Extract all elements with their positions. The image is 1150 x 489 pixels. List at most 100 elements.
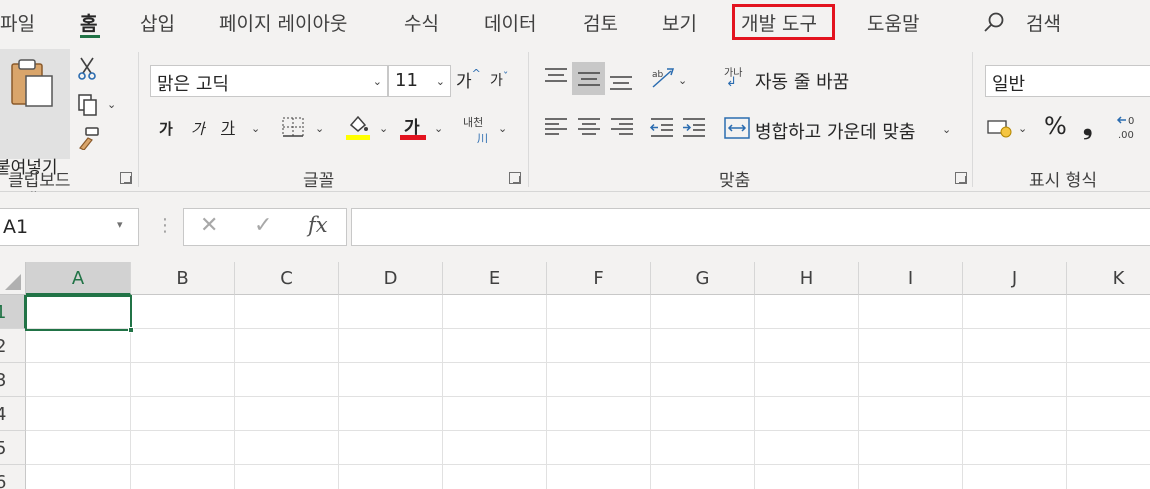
copy-dropdown-chevron-icon[interactable]: ⌄ (107, 98, 116, 111)
cell-c4[interactable] (235, 397, 339, 431)
row-header-6[interactable]: 6 (0, 465, 26, 489)
cell-c5[interactable] (235, 431, 339, 465)
tab-review[interactable]: 검토 (583, 9, 618, 36)
format-painter-icon[interactable] (76, 126, 100, 150)
cell-j4[interactable] (963, 397, 1067, 431)
orientation-dropdown-chevron-icon[interactable]: ⌄ (678, 74, 687, 87)
cell-k6[interactable] (1067, 465, 1150, 489)
cell-a6[interactable] (26, 465, 131, 489)
cell-k5[interactable] (1067, 431, 1150, 465)
column-header-g[interactable]: G (651, 262, 755, 295)
cell-g3[interactable] (651, 363, 755, 397)
cell-h6[interactable] (755, 465, 859, 489)
cell-e3[interactable] (443, 363, 547, 397)
formula-bar-grip-icon[interactable]: ⋮ (156, 215, 174, 236)
cell-g1[interactable] (651, 295, 755, 329)
cell-h4[interactable] (755, 397, 859, 431)
clipboard-dialog-launcher-icon[interactable] (120, 172, 132, 184)
paste-button[interactable]: 붙여넣기 ⌄ (0, 49, 70, 197)
align-top-icon[interactable] (543, 66, 569, 88)
column-header-h[interactable]: H (755, 262, 859, 295)
increase-indent-icon[interactable] (681, 116, 707, 138)
cell-c6[interactable] (235, 465, 339, 489)
cell-e1[interactable] (443, 295, 547, 329)
percent-style-button[interactable]: % (1044, 112, 1067, 140)
column-header-d[interactable]: D (339, 262, 443, 295)
cell-i1[interactable] (859, 295, 963, 329)
cell-h3[interactable] (755, 363, 859, 397)
font-dialog-launcher-icon[interactable] (509, 172, 521, 184)
align-middle-button[interactable] (572, 62, 605, 95)
cell-d3[interactable] (339, 363, 443, 397)
cell-j3[interactable] (963, 363, 1067, 397)
cell-e2[interactable] (443, 329, 547, 363)
row-header-1[interactable]: 1 (0, 295, 26, 329)
cell-f4[interactable] (547, 397, 651, 431)
search-icon[interactable] (983, 11, 1005, 33)
cell-d6[interactable] (339, 465, 443, 489)
phonetic-guide-button[interactable]: 내천 川 (463, 114, 493, 146)
cell-e4[interactable] (443, 397, 547, 431)
tab-data[interactable]: 데이터 (484, 9, 536, 36)
phonetic-dropdown-chevron-icon[interactable]: ⌄ (498, 122, 507, 135)
font-size-select[interactable]: 11 ⌄ (388, 65, 451, 97)
cell-a4[interactable] (26, 397, 131, 431)
fill-handle[interactable] (128, 327, 134, 333)
cell-e6[interactable] (443, 465, 547, 489)
bold-button[interactable]: 가 (159, 118, 173, 139)
align-left-icon[interactable] (543, 116, 569, 138)
cut-icon[interactable] (77, 56, 97, 80)
cell-i4[interactable] (859, 397, 963, 431)
cell-j1[interactable] (963, 295, 1067, 329)
formula-input[interactable] (351, 208, 1150, 246)
cell-g6[interactable] (651, 465, 755, 489)
cell-d5[interactable] (339, 431, 443, 465)
cell-f2[interactable] (547, 329, 651, 363)
column-header-j[interactable]: J (963, 262, 1067, 295)
alignment-dialog-launcher-icon[interactable] (955, 172, 967, 184)
comma-style-button[interactable]: ❟ (1083, 112, 1092, 140)
cell-b5[interactable] (131, 431, 235, 465)
cell-f1[interactable] (547, 295, 651, 329)
font-name-select[interactable]: 맑은 고딕 ⌄ (150, 65, 388, 97)
number-format-select[interactable]: 일반 (985, 65, 1150, 97)
column-header-a[interactable]: A (26, 262, 131, 295)
cell-k3[interactable] (1067, 363, 1150, 397)
accounting-dropdown-chevron-icon[interactable]: ⌄ (1018, 122, 1027, 135)
cell-c2[interactable] (235, 329, 339, 363)
align-bottom-icon[interactable] (608, 70, 634, 92)
active-cell-a1[interactable] (25, 295, 132, 331)
fill-color-dropdown-chevron-icon[interactable]: ⌄ (379, 122, 388, 135)
orientation-icon[interactable]: ab (649, 65, 675, 91)
tab-page-layout[interactable]: 페이지 레이아웃 (219, 9, 347, 36)
align-center-icon[interactable] (576, 116, 602, 138)
decrease-font-size-button[interactable]: 가ˇ (490, 70, 508, 90)
merge-center-button[interactable]: 병합하고 가운데 맞춤 ⌄ (724, 114, 956, 144)
cell-a5[interactable] (26, 431, 131, 465)
cell-f3[interactable] (547, 363, 651, 397)
wrap-text-button[interactable]: 가나 ↲ 자동 줄 바꿈 (724, 64, 854, 94)
cell-f6[interactable] (547, 465, 651, 489)
cell-b3[interactable] (131, 363, 235, 397)
cell-h5[interactable] (755, 431, 859, 465)
column-header-c[interactable]: C (235, 262, 339, 295)
cell-j2[interactable] (963, 329, 1067, 363)
increase-decimal-icon[interactable]: 0 .00 (1116, 113, 1150, 141)
enter-checkmark-icon[interactable]: ✓ (254, 213, 272, 238)
tab-insert[interactable]: 삽입 (140, 9, 175, 36)
column-header-b[interactable]: B (131, 262, 235, 295)
fill-color-icon[interactable] (345, 113, 371, 141)
column-header-i[interactable]: I (859, 262, 963, 295)
row-header-5[interactable]: 5 (0, 431, 26, 465)
cell-b2[interactable] (131, 329, 235, 363)
cell-i5[interactable] (859, 431, 963, 465)
italic-button[interactable]: 가 (191, 118, 205, 139)
borders-dropdown-chevron-icon[interactable]: ⌄ (315, 122, 324, 135)
cell-j6[interactable] (963, 465, 1067, 489)
cell-i3[interactable] (859, 363, 963, 397)
tab-help[interactable]: 도움말 (867, 9, 919, 36)
cell-b1[interactable] (131, 295, 235, 329)
cell-k2[interactable] (1067, 329, 1150, 363)
cell-g5[interactable] (651, 431, 755, 465)
cancel-icon[interactable]: ✕ (200, 213, 218, 238)
